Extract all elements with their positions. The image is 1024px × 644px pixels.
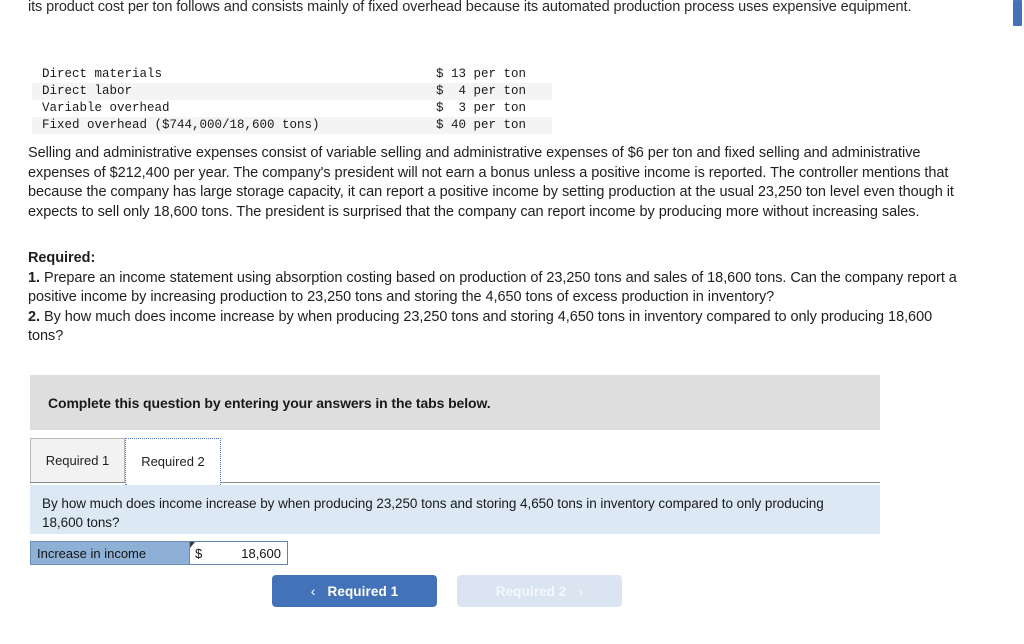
answer-row-label-text: Increase in income bbox=[37, 545, 147, 561]
intro-paragraph-container: its product cost per ton follows and con… bbox=[28, 0, 978, 52]
chevron-right-icon: › bbox=[578, 583, 584, 599]
tab-required-2-label: Required 2 bbox=[141, 454, 205, 469]
intro-paragraph: its product cost per ton follows and con… bbox=[28, 0, 912, 15]
instruction-banner: Complete this question by entering your … bbox=[30, 375, 880, 430]
cost-label: Variable overhead bbox=[42, 101, 170, 115]
answer-row-label: Increase in income bbox=[30, 541, 190, 565]
question-panel-text: By how much does income increase by when… bbox=[42, 496, 824, 530]
selling-admin-paragraph: Selling and administrative expenses cons… bbox=[28, 145, 954, 220]
required-item-1-number: 1. bbox=[28, 269, 40, 286]
required-item-1-text: Prepare an income statement using absorp… bbox=[28, 269, 957, 306]
tab-required-2[interactable]: Required 2 bbox=[125, 438, 221, 485]
cost-label: Direct materials bbox=[42, 67, 163, 81]
cost-amount: $ 40 per ton bbox=[435, 118, 526, 132]
tab-strip: Required 1 Required 2 bbox=[30, 438, 880, 485]
cost-amount: $ 4 per ton bbox=[435, 84, 526, 98]
vertical-scrollbar-thumb[interactable] bbox=[1013, 0, 1022, 26]
product-cost-table-body: Direct materials $ 13 per ton Direct lab… bbox=[32, 66, 552, 134]
navigation-buttons: ‹ Required 1 Required 2 › bbox=[272, 575, 622, 607]
required-heading: Required: bbox=[28, 250, 96, 266]
chevron-left-icon: ‹ bbox=[310, 583, 316, 599]
cost-label: Fixed overhead ($744,000/18,600 tons) bbox=[42, 118, 320, 132]
increase-in-income-value: 18,600 bbox=[241, 545, 281, 561]
next-required-2-button[interactable]: Required 2 › bbox=[457, 575, 622, 607]
next-required-2-label: Required 2 bbox=[495, 583, 567, 599]
table-row: Direct materials $ 13 per ton bbox=[32, 66, 552, 83]
tab-required-1[interactable]: Required 1 bbox=[30, 438, 125, 482]
cost-amount: $ 13 per ton bbox=[435, 67, 526, 81]
cost-label: Direct labor bbox=[42, 84, 133, 98]
cell-comment-marker-icon bbox=[190, 542, 195, 548]
required-item-2-number: 2. bbox=[28, 308, 40, 325]
table-row: Variable overhead $ 3 per ton bbox=[32, 100, 552, 117]
required-item-1: 1. Prepare an income statement using abs… bbox=[28, 269, 963, 308]
currency-symbol: $ bbox=[195, 545, 203, 561]
required-item-2-text: By how much does income increase by when… bbox=[28, 308, 933, 345]
page-root: its product cost per ton follows and con… bbox=[0, 0, 1024, 644]
required-block: Required: 1. Prepare an income statement… bbox=[28, 249, 963, 347]
table-row: Fixed overhead ($744,000/18,600 tons) $ … bbox=[32, 117, 552, 134]
prev-required-1-label: Required 1 bbox=[327, 583, 399, 599]
table-row: Direct labor $ 4 per ton bbox=[32, 83, 552, 100]
increase-in-income-input[interactable]: $ 18,600 bbox=[190, 541, 288, 565]
vertical-scrollbar-track[interactable] bbox=[1011, 0, 1024, 644]
prev-required-1-button[interactable]: ‹ Required 1 bbox=[272, 575, 437, 607]
answer-row: Increase in income $ 18,600 bbox=[30, 541, 288, 565]
instruction-banner-text: Complete this question by entering your … bbox=[48, 394, 491, 411]
product-cost-table: Direct materials $ 13 per ton Direct lab… bbox=[32, 66, 552, 134]
required-item-2: 2. By how much does income increase by w… bbox=[28, 308, 963, 347]
cost-amount: $ 3 per ton bbox=[435, 101, 526, 115]
question-panel: By how much does income increase by when… bbox=[30, 485, 880, 534]
tab-required-1-label: Required 1 bbox=[45, 453, 110, 468]
